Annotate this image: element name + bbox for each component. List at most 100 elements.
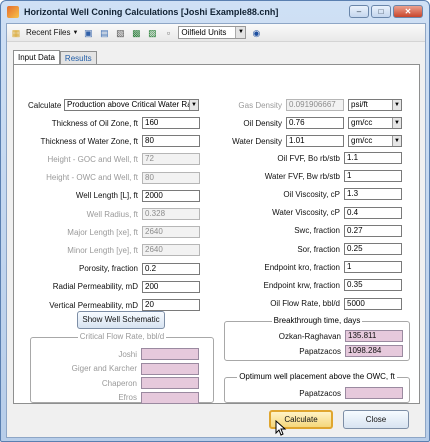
tab-results[interactable]: Results bbox=[59, 51, 97, 64]
field-input[interactable]: 0.27 bbox=[344, 224, 402, 237]
density-input[interactable]: 0.76 bbox=[286, 117, 344, 129]
field-label: Oil Flow Rate, bbl/d bbox=[270, 299, 340, 309]
field-input[interactable]: 0.4 bbox=[344, 206, 402, 219]
document-icon[interactable]: ▤ bbox=[98, 27, 110, 39]
calculate-select[interactable]: Production above Critical Water Ra ▼ bbox=[64, 99, 199, 111]
chevron-down-icon: ▼ bbox=[189, 100, 198, 110]
recent-files-label: Recent Files bbox=[26, 28, 71, 37]
field-label: Minor Length [ye], ft bbox=[67, 245, 138, 255]
recent-files-button[interactable]: Recent Files ▼ bbox=[26, 28, 78, 37]
field-row: Water FVF, Bw rb/stb 1 bbox=[218, 170, 402, 183]
chevron-down-icon: ▼ bbox=[235, 27, 246, 38]
field-label: Water Viscosity, cP bbox=[272, 208, 340, 218]
field-row: Thickness of Water Zone, ft 80 bbox=[28, 135, 200, 148]
field-label: Oil Viscosity, cP bbox=[283, 189, 340, 199]
breakthrough-label: Ozkan-Raghavan bbox=[278, 331, 341, 341]
field-row: Porosity, fraction 0.2 bbox=[28, 262, 200, 275]
field-input: 0.328 bbox=[142, 208, 200, 220]
field-label: Vertical Permeability, mD bbox=[49, 300, 138, 310]
excel-icon[interactable]: ▨ bbox=[146, 27, 158, 39]
minimize-button[interactable]: – bbox=[349, 5, 369, 18]
field-input[interactable]: 0.35 bbox=[344, 279, 402, 292]
optimum-row: Papatzacos bbox=[229, 387, 403, 399]
maximize-button[interactable]: □ bbox=[371, 5, 391, 18]
field-input[interactable]: 0.2 bbox=[142, 262, 200, 275]
chevron-down-icon: ▼ bbox=[392, 118, 401, 128]
help-icon[interactable]: ◉ bbox=[250, 27, 262, 39]
unit-select[interactable]: psi/ft ▼ bbox=[348, 99, 402, 111]
critical-label: Joshi bbox=[118, 349, 137, 359]
field-input: 2640 bbox=[142, 226, 200, 239]
calculate-label: Calculate bbox=[28, 100, 62, 110]
field-label: Height - OWC and Well, ft bbox=[46, 173, 138, 183]
save-icon[interactable]: ▣ bbox=[82, 27, 94, 39]
unit-value: gm/cc bbox=[351, 118, 373, 127]
chevron-down-icon: ▼ bbox=[392, 100, 401, 110]
field-input[interactable]: 0.25 bbox=[344, 243, 402, 255]
units-select[interactable]: Oilfield Units ▼ bbox=[178, 26, 247, 39]
field-row: Major Length [xe], ft 2640 bbox=[28, 226, 200, 239]
density-input[interactable]: 1.01 bbox=[286, 135, 344, 147]
critical-flow-rate-group: Critical Flow Rate, bbl/d Joshi Giger and… bbox=[30, 332, 214, 404]
field-input[interactable]: 1.3 bbox=[344, 188, 402, 201]
field-input[interactable]: 20 bbox=[142, 299, 200, 311]
field-input[interactable]: 1.1 bbox=[344, 152, 402, 164]
title-bar[interactable]: Horizontal Well Coning Calculations [Jos… bbox=[1, 1, 429, 23]
field-label: Water FVF, Bw rb/stb bbox=[264, 171, 340, 181]
field-label: Well Length [L], ft bbox=[75, 191, 138, 201]
field-label: Porosity, fraction bbox=[79, 264, 138, 274]
field-label: Oil FVF, Bo rb/stb bbox=[277, 153, 340, 163]
field-label: Sor, fraction bbox=[297, 244, 340, 254]
print-preview-icon[interactable]: ▧ bbox=[114, 27, 126, 39]
breakthrough-value: 1098.284 bbox=[345, 345, 403, 357]
field-label: Thickness of Water Zone, ft bbox=[40, 136, 138, 146]
density-row: Water Density 1.01 gm/cc ▼ bbox=[218, 135, 402, 147]
critical-row: Giger and Karcher bbox=[35, 362, 199, 375]
density-input: 0.091906667 bbox=[286, 99, 344, 111]
critical-label: Chaperon bbox=[101, 378, 137, 388]
show-well-schematic-button[interactable]: Show Well Schematic bbox=[77, 311, 165, 329]
chevron-down-icon: ▼ bbox=[72, 29, 79, 36]
critical-row: Chaperon bbox=[35, 377, 199, 389]
field-input[interactable]: 5000 bbox=[344, 297, 402, 310]
critical-flow-rate-title: Critical Flow Rate, bbl/d bbox=[77, 332, 167, 341]
field-row: Height - GOC and Well, ft 72 bbox=[28, 153, 200, 166]
field-row: Minor Length [ye], ft 2640 bbox=[28, 244, 200, 257]
client-area: ▦ Recent Files ▼ ▣ ▤ ▧ ▩ ▨ ▫ Oilfield Un… bbox=[6, 23, 426, 438]
critical-row: Joshi bbox=[35, 348, 199, 360]
field-row: Oil Flow Rate, bbl/d 5000 bbox=[218, 297, 402, 310]
field-input[interactable]: 1 bbox=[344, 261, 402, 274]
density-label: Water Density bbox=[232, 136, 282, 146]
field-row: Thickness of Oil Zone, ft 160 bbox=[28, 117, 200, 129]
field-label: Well Radius, ft bbox=[86, 209, 138, 219]
export-icon[interactable]: ▫ bbox=[162, 27, 174, 39]
field-label: Thickness of Oil Zone, ft bbox=[51, 118, 138, 128]
tab-strip: Input Data Results bbox=[13, 50, 97, 64]
field-row: Endpoint krw, fraction 0.35 bbox=[218, 279, 402, 292]
monitor-icon[interactable]: ▩ bbox=[130, 27, 142, 39]
critical-label: Efros bbox=[118, 393, 137, 402]
application-window: Horizontal Well Coning Calculations [Jos… bbox=[0, 0, 430, 442]
field-input: 80 bbox=[142, 171, 200, 184]
optimum-placement-title: Optimum well placement above the OWC, ft bbox=[237, 372, 397, 381]
field-input[interactable]: 80 bbox=[142, 135, 200, 148]
field-input[interactable]: 200 bbox=[142, 280, 200, 293]
density-label: Gas Density bbox=[238, 100, 282, 110]
unit-select[interactable]: gm/cc ▼ bbox=[348, 135, 402, 147]
unit-select[interactable]: gm/cc ▼ bbox=[348, 117, 402, 129]
field-row: Sor, fraction 0.25 bbox=[218, 243, 402, 255]
breakthrough-row: Ozkan-Raghavan 135.811 bbox=[229, 330, 403, 342]
open-folder-icon[interactable]: ▦ bbox=[10, 27, 22, 39]
field-input[interactable]: 1 bbox=[344, 170, 402, 183]
tab-input-data[interactable]: Input Data bbox=[13, 50, 60, 64]
density-row: Gas Density 0.091906667 psi/ft ▼ bbox=[218, 99, 402, 111]
chevron-down-icon: ▼ bbox=[392, 136, 401, 146]
close-window-button[interactable]: ✕ bbox=[393, 5, 423, 18]
breakthrough-time-group: Breakthrough time, days Ozkan-Raghavan 13… bbox=[224, 316, 410, 361]
field-input: 72 bbox=[142, 153, 200, 166]
breakthrough-time-title: Breakthrough time, days bbox=[271, 316, 363, 325]
close-button[interactable]: Close bbox=[343, 410, 409, 429]
field-label: Height - GOC and Well, ft bbox=[47, 154, 138, 164]
field-input[interactable]: 2000 bbox=[142, 189, 200, 202]
field-input[interactable]: 160 bbox=[142, 117, 200, 129]
